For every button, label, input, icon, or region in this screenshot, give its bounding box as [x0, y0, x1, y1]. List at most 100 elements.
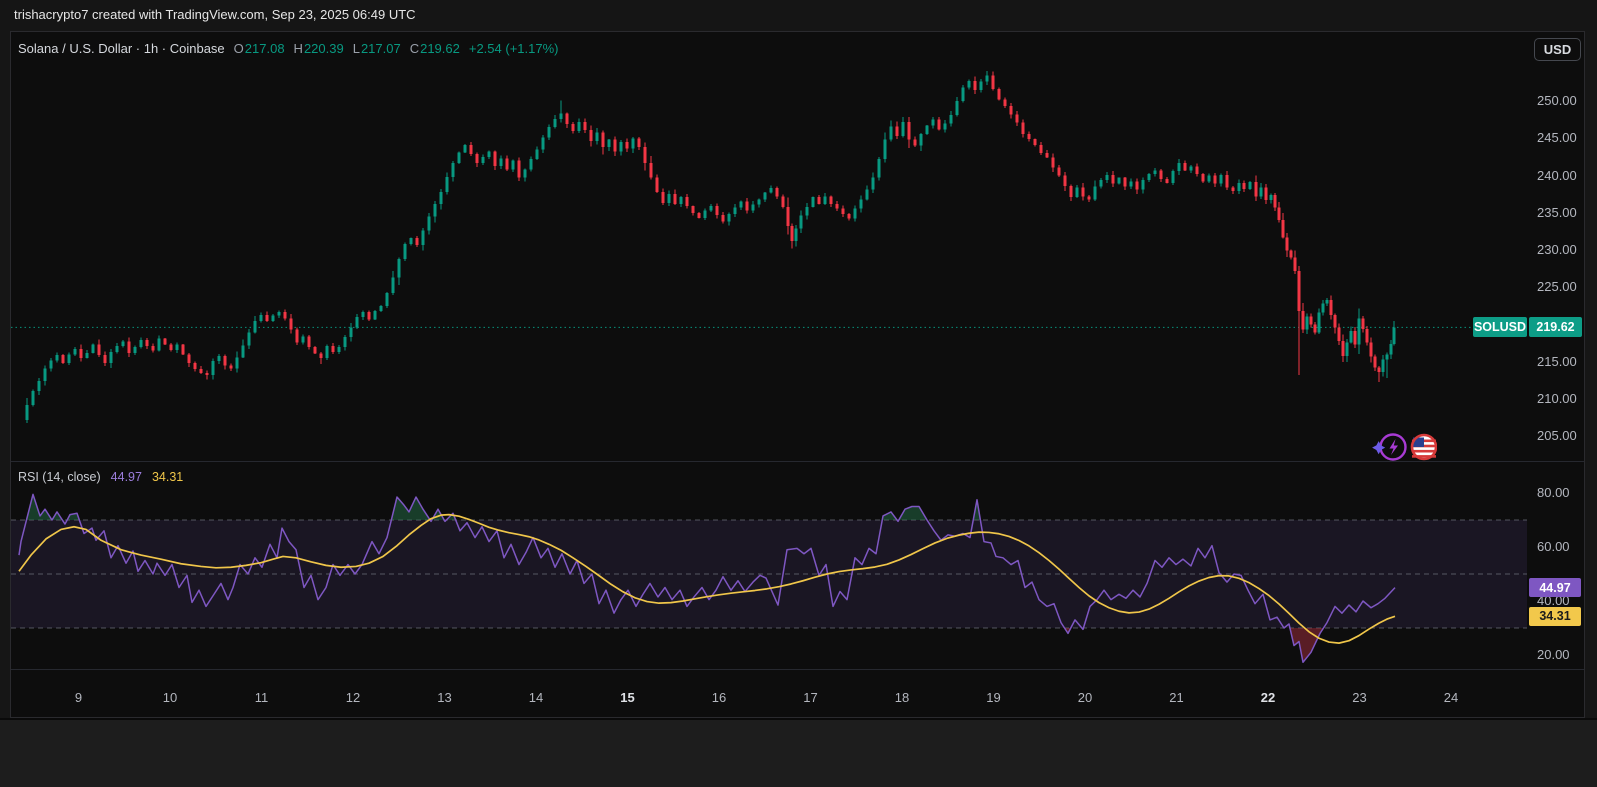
candle-body [608, 140, 611, 147]
rsi-indicator-label[interactable]: RSI (14, close) [18, 470, 101, 484]
price-axis-label[interactable]: 215.00 [1537, 354, 1577, 369]
candle-body [446, 177, 449, 192]
candle-body [314, 347, 317, 354]
candle-body [896, 126, 899, 136]
price-axis-label[interactable]: 235.00 [1537, 205, 1577, 220]
time-axis-label-14[interactable]: 14 [529, 690, 543, 705]
candle-body [836, 204, 839, 208]
candle-body [878, 159, 881, 178]
candle-body [242, 345, 245, 357]
candle-body [68, 354, 71, 363]
candle-body [578, 122, 581, 131]
candle-body [524, 170, 527, 178]
candle-body [974, 81, 977, 90]
candle-body [512, 161, 515, 170]
price-axis-label[interactable]: 240.00 [1537, 168, 1577, 183]
time-axis-label-18[interactable]: 18 [895, 690, 909, 705]
candle-body [254, 321, 257, 333]
candle-body [1232, 187, 1235, 191]
candle-body [1370, 342, 1373, 356]
price-axis-label[interactable]: 210.00 [1537, 391, 1577, 406]
time-axis-label-10[interactable]: 10 [163, 690, 177, 705]
candle-body [296, 330, 299, 343]
candle-body [830, 196, 833, 203]
time-axis-label-23[interactable]: 23 [1352, 690, 1366, 705]
price-axis-label[interactable]: 225.00 [1537, 279, 1577, 294]
candle-body [590, 130, 593, 141]
low-label: L [353, 41, 360, 56]
candle-body [1338, 327, 1341, 340]
candle-body [1016, 114, 1019, 122]
us-flag-icon[interactable] [1412, 435, 1436, 459]
candle-body [914, 140, 917, 146]
chart-canvas[interactable] [11, 32, 1584, 717]
rsi-axis-label[interactable]: 60.00 [1537, 539, 1570, 554]
candle-body [248, 333, 251, 346]
candle-body [182, 345, 185, 355]
candle-body [1346, 342, 1349, 355]
lightning-circle-icon[interactable] [1372, 435, 1405, 460]
candle-body [986, 76, 989, 82]
candle-body [584, 122, 587, 130]
candle-body [200, 369, 203, 373]
candle-body [632, 138, 635, 148]
candle-body [602, 132, 605, 147]
candle-body [374, 311, 377, 319]
time-axis-label-16[interactable]: 16 [712, 690, 726, 705]
rsi-axis-label[interactable]: 80.00 [1537, 485, 1570, 500]
rsi-axis-label[interactable]: 20.00 [1537, 647, 1570, 662]
candle-body [128, 342, 131, 353]
candle-body [452, 163, 455, 177]
candle-body [950, 115, 953, 123]
time-axis-label-15[interactable]: 15 [620, 690, 634, 705]
price-axis-label[interactable]: 245.00 [1537, 130, 1577, 145]
candle-body [170, 345, 173, 350]
candle-body [308, 336, 311, 346]
candle-body [1282, 220, 1285, 237]
time-axis-label-12[interactable]: 12 [346, 690, 360, 705]
candle-body [956, 101, 959, 115]
time-axis-label-20[interactable]: 20 [1078, 690, 1092, 705]
candle-body [140, 340, 143, 347]
time-axis-label-19[interactable]: 19 [986, 690, 1000, 705]
candle-body [698, 213, 701, 218]
candle-body [1354, 331, 1357, 344]
candle-body [212, 361, 215, 375]
candle-body [692, 206, 695, 213]
price-axis-label[interactable]: 230.00 [1537, 242, 1577, 257]
candle-body [1298, 271, 1301, 311]
candle-body [146, 340, 149, 346]
price-axis-label[interactable]: 205.00 [1537, 428, 1577, 443]
candle-body [110, 352, 113, 363]
candle-body [1196, 167, 1199, 174]
last-price-badge: 219.62 [1529, 317, 1582, 337]
candle-body [1374, 357, 1377, 368]
candle-body [1255, 182, 1258, 196]
candle-body [1070, 186, 1073, 197]
candle-body [218, 356, 221, 361]
candle-body [1342, 341, 1345, 356]
time-axis-label-13[interactable]: 13 [437, 690, 451, 705]
candle-body [458, 152, 461, 162]
time-axis-label-24[interactable]: 24 [1444, 690, 1458, 705]
candle-body [380, 306, 383, 311]
candle-body [224, 356, 227, 366]
candle-body [650, 163, 653, 178]
time-axis-label-21[interactable]: 21 [1169, 690, 1183, 705]
price-axis-label[interactable]: 250.00 [1537, 93, 1577, 108]
candle-body [1326, 300, 1329, 304]
symbol-title[interactable]: Solana / U.S. Dollar · 1h · Coinbase [18, 41, 225, 56]
time-axis-label-9[interactable]: 9 [75, 690, 82, 705]
candle-body [536, 149, 539, 159]
candle-body [1378, 368, 1381, 372]
candle-body [560, 114, 563, 119]
candle-body [998, 89, 1001, 99]
candle-body [1040, 145, 1043, 153]
high-value: 220.39 [304, 41, 344, 56]
time-axis-label-17[interactable]: 17 [803, 690, 817, 705]
currency-toggle-button[interactable]: USD [1534, 38, 1581, 61]
time-axis-label-11[interactable]: 11 [255, 690, 269, 705]
candle-body [86, 353, 89, 358]
candle-body [1386, 354, 1389, 359]
time-axis-label-22[interactable]: 22 [1261, 690, 1275, 705]
